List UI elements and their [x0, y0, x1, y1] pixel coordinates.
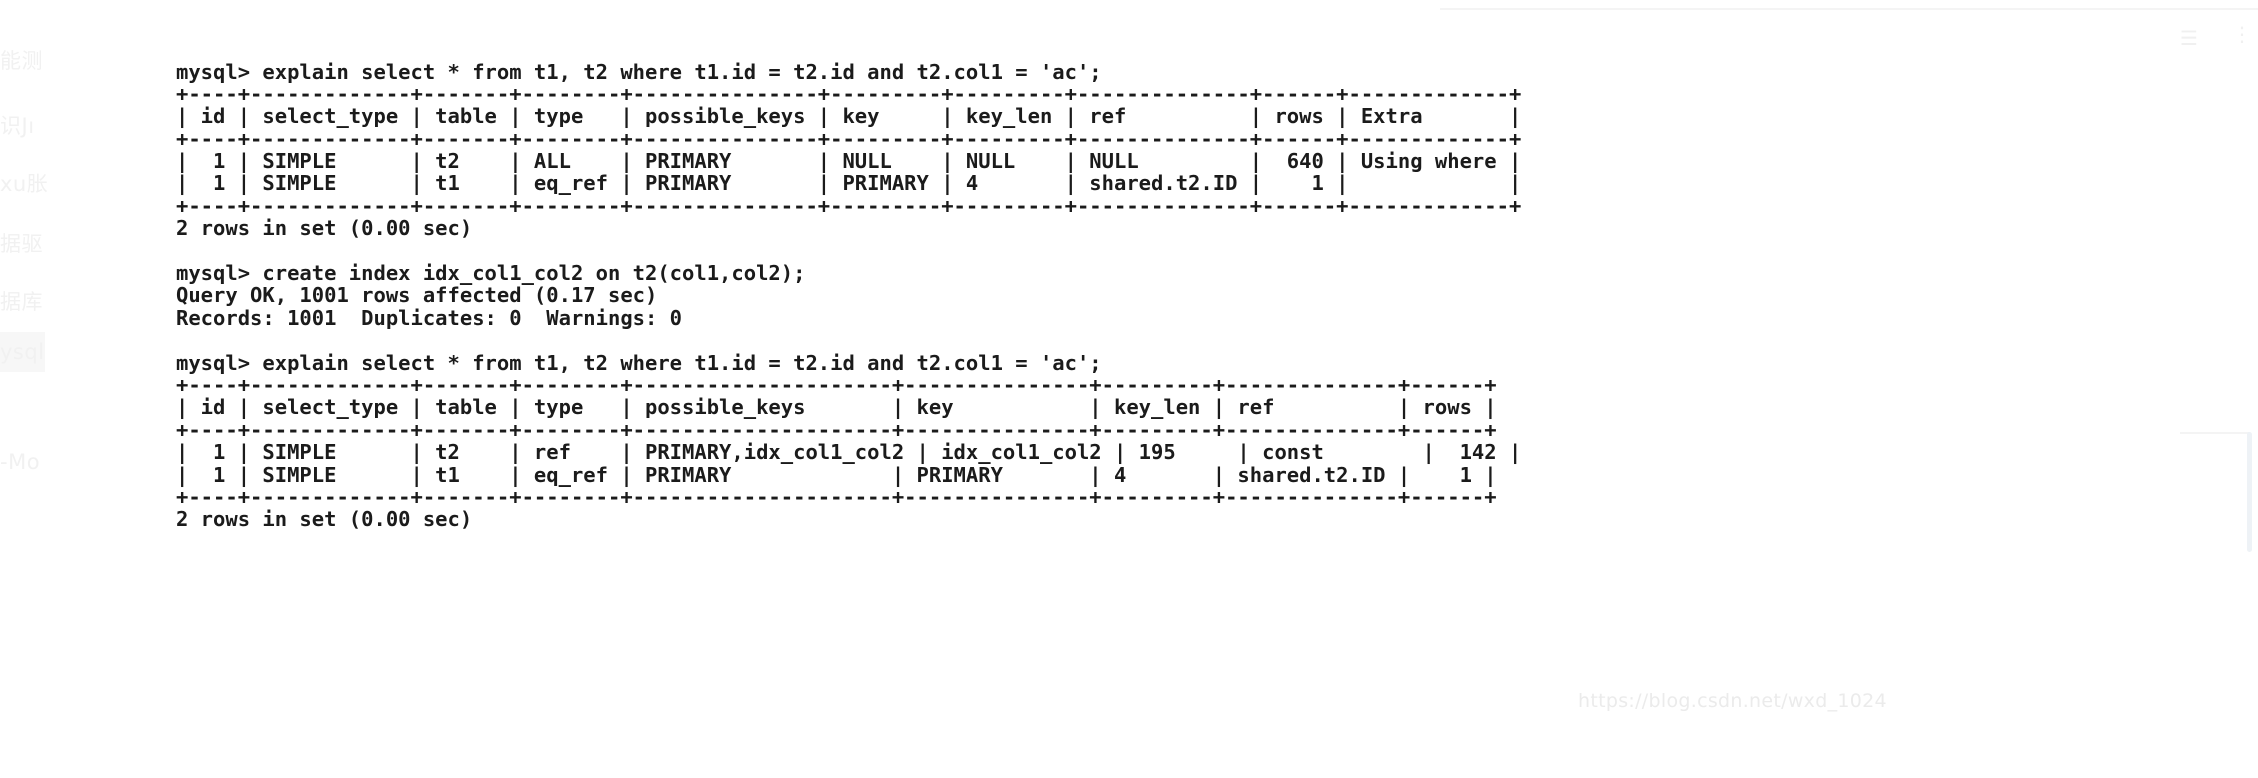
terminal-line-table-border: +----+-------------+-------+--------+---… — [176, 417, 1497, 442]
terminal-line-status: Records: 1001 Duplicates: 0 Warnings: 0 — [176, 305, 683, 330]
terminal-line-status: Query OK, 1001 rows affected (0.17 sec) — [176, 283, 658, 308]
ghost-sidebar-item: 据库 — [0, 290, 43, 314]
terminal-line-table-row: | 1 | SIMPLE | t1 | eq_ref | PRIMARY | P… — [176, 462, 1497, 487]
terminal-line-table-row: | 1 | SIMPLE | t2 | ref | PRIMARY,idx_co… — [176, 440, 1522, 465]
mysql-terminal-output: mysql> explain select * from t1, t2 wher… — [176, 59, 1522, 532]
terminal-line-table-header: | id | select_type | table | type | poss… — [176, 104, 1522, 129]
ghost-divider — [2180, 432, 2250, 434]
terminal-line-table-border: +----+-------------+-------+--------+---… — [176, 484, 1497, 509]
ghost-sidebar-item-active: ysql — [0, 332, 45, 372]
ghost-sidebar-item: xu胀 — [0, 172, 49, 196]
terminal-line-command: mysql> explain select * from t1, t2 wher… — [176, 350, 1102, 375]
ghost-sidebar-item: 据驱 — [0, 232, 43, 256]
ghost-list-icon: ☰ — [2180, 26, 2198, 50]
terminal-line-command: mysql> explain select * from t1, t2 wher… — [176, 59, 1102, 84]
terminal-line-table-row: | 1 | SIMPLE | t2 | ALL | PRIMARY | NULL… — [176, 149, 1522, 174]
terminal-line-table-border: +----+-------------+-------+--------+---… — [176, 193, 1522, 218]
terminal-line-table-row: | 1 | SIMPLE | t1 | eq_ref | PRIMARY | P… — [176, 171, 1522, 196]
terminal-line-table-header: | id | select_type | table | type | poss… — [176, 395, 1497, 420]
ghost-menu-icon: ⋮ — [2232, 22, 2252, 46]
terminal-line-table-border: +----+-------------+-------+--------+---… — [176, 81, 1522, 106]
terminal-line-table-border: +----+-------------+-------+--------+---… — [176, 372, 1497, 397]
csdn-watermark: https://blog.csdn.net/wxd_1024 — [1578, 690, 1887, 712]
ghost-sidebar-item: 能测 — [0, 49, 43, 73]
terminal-line-status: 2 rows in set (0.00 sec) — [176, 216, 473, 241]
terminal-line-table-border: +----+-------------+-------+--------+---… — [176, 126, 1522, 151]
terminal-line-command: mysql> create index idx_col1_col2 on t2(… — [176, 261, 806, 286]
ghost-sidebar-item: -Mo — [0, 450, 41, 474]
ghost-scrollbar — [2247, 432, 2252, 552]
ghost-sidebar-item: 识Jı — [0, 114, 35, 138]
ghost-divider — [1440, 8, 2258, 10]
terminal-line-status: 2 rows in set (0.00 sec) — [176, 507, 473, 532]
